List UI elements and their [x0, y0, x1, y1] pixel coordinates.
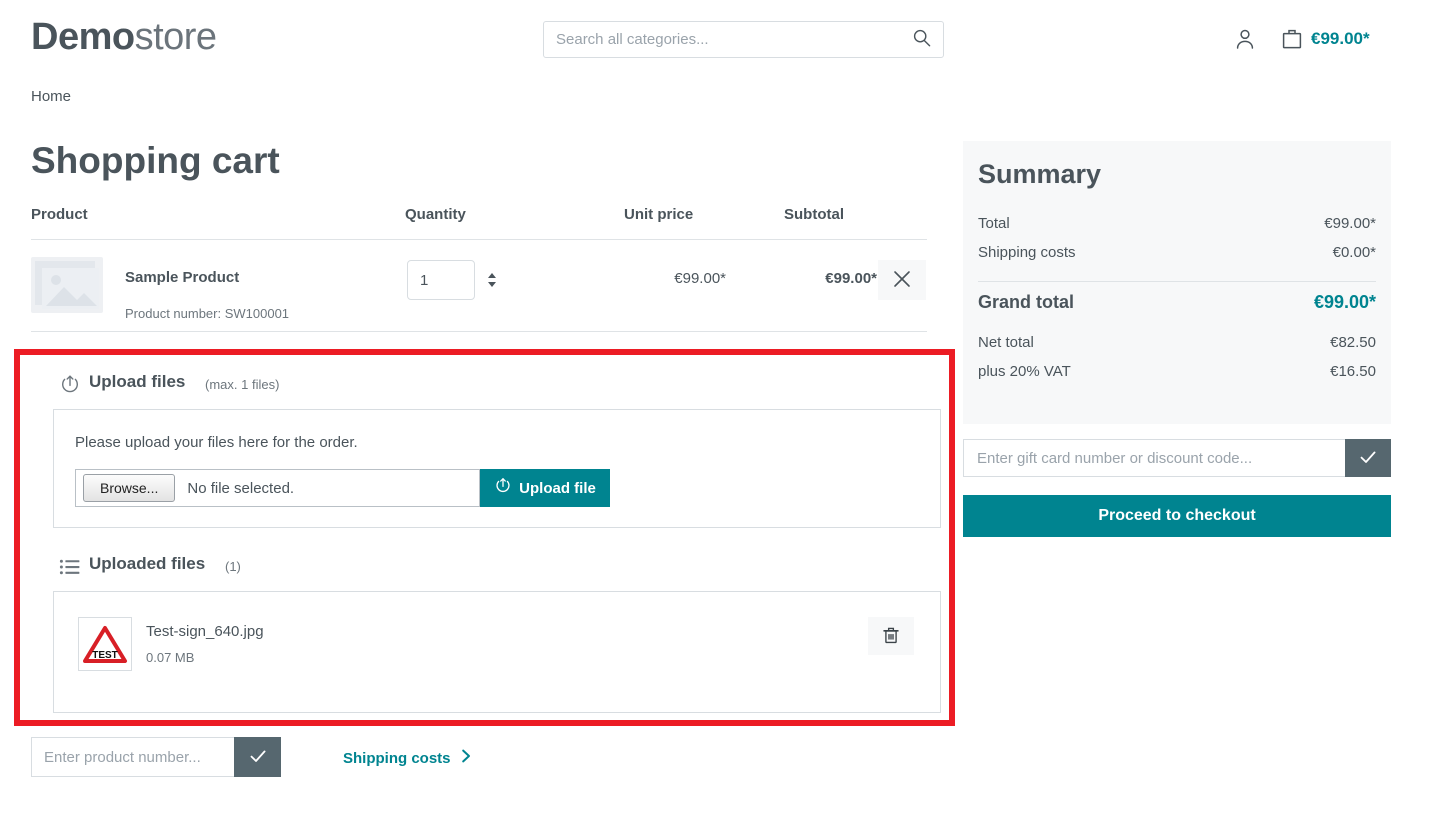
person-icon — [1233, 29, 1257, 55]
summary-row-grand-total: Grand total €99.00* — [978, 292, 1376, 316]
summary-row-shipping: Shipping costs €0.00* — [978, 244, 1376, 268]
column-header-unit-price: Unit price — [624, 206, 694, 223]
chevron-updown-icon — [486, 272, 498, 288]
summary-row-total: Total €99.00* — [978, 215, 1376, 239]
chevron-right-icon — [460, 748, 472, 768]
summary-row-net-total: Net total €82.50 — [978, 334, 1376, 358]
upload-files-title: Upload files — [89, 372, 186, 391]
browse-button[interactable]: Browse... — [83, 474, 176, 502]
search-input[interactable] — [544, 22, 904, 57]
upload-circle-icon — [494, 477, 512, 499]
site-logo[interactable]: Demostore — [31, 17, 217, 57]
upload-file-button-label: Upload file — [519, 479, 596, 497]
search-icon — [912, 28, 932, 51]
shipping-costs-label: Shipping costs — [343, 749, 451, 767]
column-header-product: Product — [31, 206, 88, 223]
image-placeholder-icon — [35, 261, 99, 309]
shopping-cart-page: Demostore Search all categories... €99.0… — [0, 0, 1431, 815]
logo-bold-text: Demo — [31, 16, 135, 58]
giftcard-submit-button[interactable] — [1345, 439, 1391, 477]
upload-area-highlight: Upload files (max. 1 files) Please uploa… — [14, 349, 955, 726]
uploaded-files-count: (1) — [225, 559, 241, 574]
check-icon — [247, 745, 269, 770]
product-number-submit-button[interactable] — [234, 737, 281, 777]
table-row: Sample Product Product number: SW100001 … — [31, 240, 927, 330]
summary-net-total-label: Net total — [978, 334, 1034, 351]
site-header: Demostore Search all categories... €99.0… — [0, 0, 1431, 74]
column-header-quantity: Quantity — [405, 206, 466, 223]
summary-shipping-value: €0.00* — [1332, 244, 1376, 261]
product-number-entry — [31, 737, 281, 777]
summary-title: Summary — [978, 159, 1102, 189]
check-icon — [1357, 446, 1379, 471]
upload-circle-icon — [59, 374, 81, 396]
warning-triangle-test-icon: TEST — [83, 626, 127, 663]
uploaded-files-section: Uploaded files (1) — [59, 552, 947, 586]
upload-hint-text: Please upload your files here for the or… — [75, 434, 358, 451]
uploaded-file-size: 0.07 MB — [146, 650, 195, 665]
cart-table-header: Product Quantity Unit price Subtotal — [31, 206, 927, 240]
product-number: Product number: SW100001 — [125, 306, 290, 321]
file-input-field[interactable]: Browse... No file selected. — [75, 469, 480, 507]
trash-icon — [881, 625, 901, 648]
uploaded-file-name[interactable]: Test-sign_640.jpg — [146, 623, 264, 640]
summary-grand-total-value: €99.00* — [1313, 292, 1376, 312]
product-image-placeholder[interactable] — [31, 257, 103, 313]
remove-item-button[interactable] — [878, 260, 926, 300]
summary-divider — [978, 281, 1376, 282]
summary-total-label: Total — [978, 215, 1010, 232]
file-selected-status: No file selected. — [187, 479, 295, 497]
delete-file-button[interactable] — [868, 617, 914, 655]
file-thumbnail[interactable]: TEST — [78, 617, 132, 671]
column-header-subtotal: Subtotal — [784, 206, 844, 223]
summary-shipping-label: Shipping costs — [978, 244, 1076, 261]
account-button[interactable] — [1233, 27, 1257, 51]
summary-grand-total-label: Grand total — [978, 292, 1075, 312]
table-row-divider — [31, 331, 927, 332]
cart-amount[interactable]: €99.00* — [1311, 29, 1370, 49]
uploaded-files-title: Uploaded files — [89, 554, 206, 573]
cart-button[interactable] — [1280, 27, 1304, 51]
breadcrumb-home[interactable]: Home — [31, 88, 71, 105]
summary-net-total-value: €82.50 — [1330, 334, 1376, 351]
giftcard-entry — [963, 439, 1391, 477]
summary-vat-value: €16.50 — [1330, 363, 1376, 380]
uploaded-files-panel: TEST Test-sign_640.jpg 0.07 MB — [53, 591, 941, 713]
page-title: Shopping cart — [31, 140, 280, 181]
product-number-input[interactable] — [31, 737, 234, 777]
summary-row-vat: plus 20% VAT €16.50 — [978, 363, 1376, 387]
summary-total-value: €99.00* — [1324, 215, 1376, 232]
upload-panel: Please upload your files here for the or… — [53, 409, 941, 528]
subtotal-value: €99.00* — [825, 270, 877, 287]
summary-panel: Summary Total €99.00* Shipping costs €0.… — [963, 141, 1391, 424]
svg-text:TEST: TEST — [92, 650, 118, 661]
logo-light-text: store — [134, 16, 217, 58]
list-icon — [59, 556, 81, 578]
summary-vat-label: plus 20% VAT — [978, 363, 1071, 380]
shipping-costs-link[interactable]: Shipping costs — [343, 748, 472, 768]
quantity-stepper[interactable]: 1 — [407, 260, 475, 300]
shopping-bag-icon — [1280, 29, 1304, 55]
search-submit-button[interactable] — [901, 22, 943, 57]
upload-max-note: (max. 1 files) — [205, 377, 280, 392]
unit-price-value: €99.00* — [674, 270, 726, 287]
upload-files-section: Upload files (max. 1 files) — [59, 370, 947, 404]
search-bar — [543, 21, 944, 58]
proceed-to-checkout-button[interactable]: Proceed to checkout — [963, 495, 1391, 537]
product-name[interactable]: Sample Product — [125, 269, 239, 286]
giftcard-input[interactable] — [963, 439, 1345, 477]
close-icon — [891, 268, 913, 293]
upload-file-button[interactable]: Upload file — [480, 469, 610, 507]
